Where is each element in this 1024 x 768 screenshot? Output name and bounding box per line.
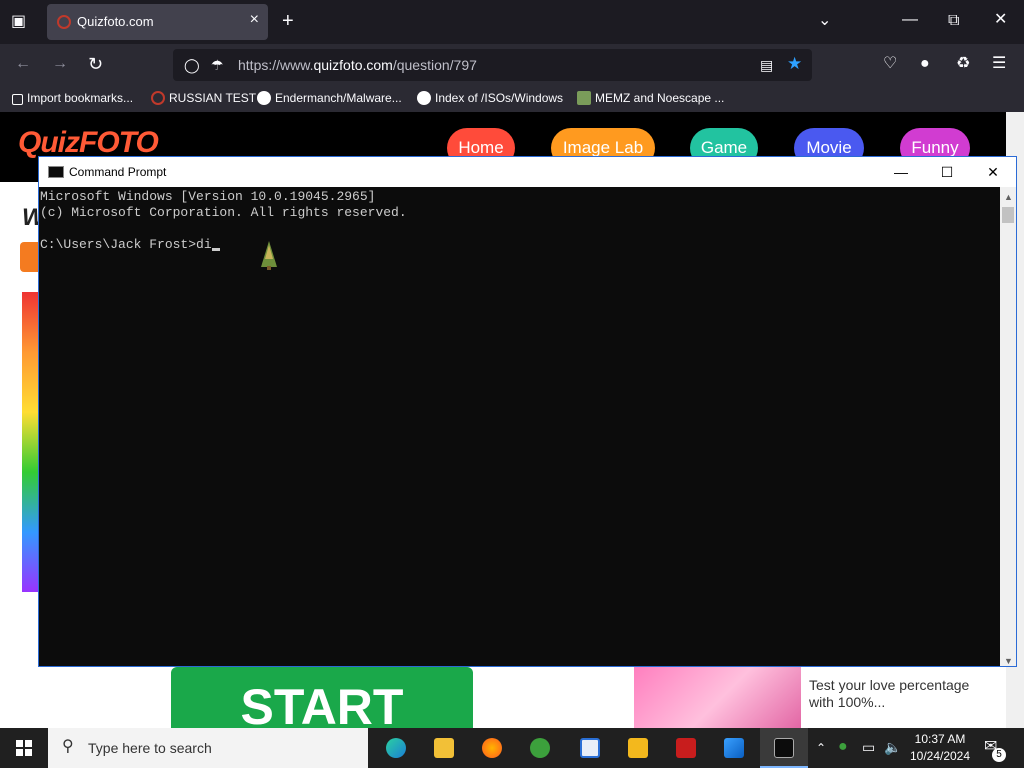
extensions-icon[interactable]: ♻	[956, 56, 970, 72]
text-cursor	[211, 248, 220, 251]
paint-icon	[724, 738, 744, 758]
import-icon	[12, 94, 23, 105]
cmd-maximize-icon[interactable]: ☐	[924, 157, 970, 187]
clock-time: 10:37 AM	[914, 732, 966, 746]
browser-nav-bar: ← → ↻ ◯ ☂ https://www.quizfoto.com/quest…	[0, 44, 1024, 86]
windows-logo-icon	[16, 740, 32, 756]
edge-icon	[386, 738, 406, 758]
cmd-console[interactable]: Microsoft Windows [Version 10.0.19045.29…	[39, 187, 1000, 666]
start-button-windows[interactable]	[0, 728, 48, 768]
taskbar-search[interactable]: ⚲ Type here to search	[48, 728, 368, 768]
taskbar-clock[interactable]: 10:37 AM 10/24/2024	[908, 731, 972, 765]
bookmark-star-icon[interactable]: ★	[787, 55, 802, 72]
url-text[interactable]: https://www.quizfoto.com/question/797	[238, 57, 477, 73]
flash-icon	[676, 738, 696, 758]
scroll-up-icon[interactable]: ▲	[1004, 189, 1013, 205]
google-icon	[257, 91, 271, 105]
clock-date: 10/24/2024	[909, 749, 971, 763]
cmd-scroll-thumb[interactable]	[1002, 207, 1014, 223]
love-quiz-card[interactable]: Test your love percentage with 100%...	[634, 667, 987, 728]
google-icon	[417, 91, 431, 105]
menu-icon[interactable]: ☰	[992, 56, 1006, 72]
taskbar-app-blue[interactable]	[566, 728, 614, 768]
left-orange-tab	[20, 242, 38, 272]
minimize-icon[interactable]: —	[902, 12, 918, 28]
tab-list-icon[interactable]: ▣	[11, 14, 26, 30]
shield-icon[interactable]: ◯	[184, 57, 200, 73]
taskbar-messenger[interactable]	[516, 728, 564, 768]
start-button[interactable]: START	[171, 667, 473, 728]
cmd-scrollbar[interactable]: ▲ ▼	[1000, 187, 1016, 666]
back-icon[interactable]: ←	[15, 56, 31, 72]
taskbar-edge[interactable]	[372, 728, 420, 768]
console-line: Microsoft Windows [Version 10.0.19045.29…	[40, 189, 376, 204]
tab-close-icon[interactable]: ×	[250, 11, 259, 29]
lock-icon[interactable]: ☂	[211, 57, 224, 73]
tray-chevron-icon[interactable]: ⌃	[816, 740, 826, 756]
document-icon	[580, 738, 600, 758]
bookmark-russian-test[interactable]: RUSSIAN TEST	[151, 91, 256, 105]
network-icon[interactable]: ▭	[862, 739, 875, 755]
new-tab-icon[interactable]: +	[282, 11, 294, 31]
tab-favicon-icon	[57, 15, 71, 29]
console-line: (c) Microsoft Corporation. All rights re…	[40, 205, 407, 220]
url-bar[interactable]: ◯ ☂ https://www.quizfoto.com/question/79…	[173, 49, 812, 81]
bookmark-import[interactable]: Import bookmarks...	[12, 91, 133, 105]
bookmark-isos[interactable]: Index of /ISOs/Windows	[417, 91, 563, 105]
site-logo[interactable]: QuizFOTO	[18, 126, 159, 160]
taskbar-firefox[interactable]	[468, 728, 516, 768]
windows-taskbar: ⚲ Type here to search ⌃ ● ▭ 🔈 10:37 AM 1…	[0, 728, 1024, 768]
chevron-down-icon[interactable]: ⌄	[818, 13, 831, 29]
quizfoto-favicon-icon	[151, 91, 165, 105]
cmd-app-icon	[48, 166, 64, 178]
search-placeholder: Type here to search	[88, 740, 212, 756]
tray-people-icon[interactable]: ●	[838, 739, 848, 755]
taskbar-flash[interactable]	[662, 728, 710, 768]
bookmark-endermanch[interactable]: Endermanch/Malware...	[257, 91, 402, 105]
close-icon[interactable]: ✕	[994, 12, 1007, 28]
scroll-down-icon[interactable]: ▼	[1004, 653, 1013, 669]
taskbar-file-explorer[interactable]	[420, 728, 468, 768]
bookmark-memz[interactable]: MEMZ and Noescape ...	[577, 91, 724, 105]
tree-cursor-icon	[261, 241, 277, 270]
reader-view-icon[interactable]: ▤	[760, 57, 773, 73]
search-icon: ⚲	[62, 738, 74, 755]
taskbar-app-de[interactable]	[614, 728, 662, 768]
cmd-close-icon[interactable]: ✕	[970, 157, 1016, 187]
tab-title: Quizfoto.com	[77, 14, 154, 29]
folder-icon	[434, 738, 454, 758]
browser-tab-bar: ▣ Quizfoto.com × + ⌄ — ⧉ ✕	[0, 0, 1024, 44]
tab-quizfoto[interactable]: Quizfoto.com ×	[47, 4, 268, 40]
cmd-taskbar-icon	[774, 738, 794, 758]
cmd-minimize-icon[interactable]: —	[878, 157, 924, 187]
account-icon[interactable]: ●	[920, 56, 930, 72]
messenger-icon	[530, 738, 550, 758]
cmd-title: Command Prompt	[69, 165, 167, 179]
command-prompt-window[interactable]: Command Prompt — ☐ ✕ Microsoft Windows […	[38, 156, 1017, 667]
forward-icon[interactable]: →	[52, 56, 68, 72]
pocket-icon[interactable]: ♡	[883, 56, 897, 72]
volume-icon[interactable]: 🔈	[884, 739, 901, 755]
de-icon	[628, 738, 648, 758]
firefox-icon	[482, 738, 502, 758]
restore-icon[interactable]: ⧉	[948, 13, 959, 29]
bookmarks-toolbar: Import bookmarks... RUSSIAN TEST Enderma…	[0, 86, 1024, 112]
taskbar-command-prompt[interactable]	[760, 728, 808, 768]
notification-count-badge: 5	[992, 748, 1006, 762]
cmd-titlebar[interactable]: Command Prompt — ☐ ✕	[39, 157, 1016, 187]
taskbar-paint[interactable]	[710, 728, 758, 768]
love-quiz-text: Test your love percentage with 100%...	[809, 677, 970, 710]
left-image-strip	[22, 292, 38, 592]
image-favicon-icon	[577, 91, 591, 105]
console-prompt-line: C:\Users\Jack Frost>di	[40, 237, 220, 252]
reload-icon[interactable]: ↻	[88, 55, 103, 73]
love-quiz-image	[634, 667, 801, 728]
